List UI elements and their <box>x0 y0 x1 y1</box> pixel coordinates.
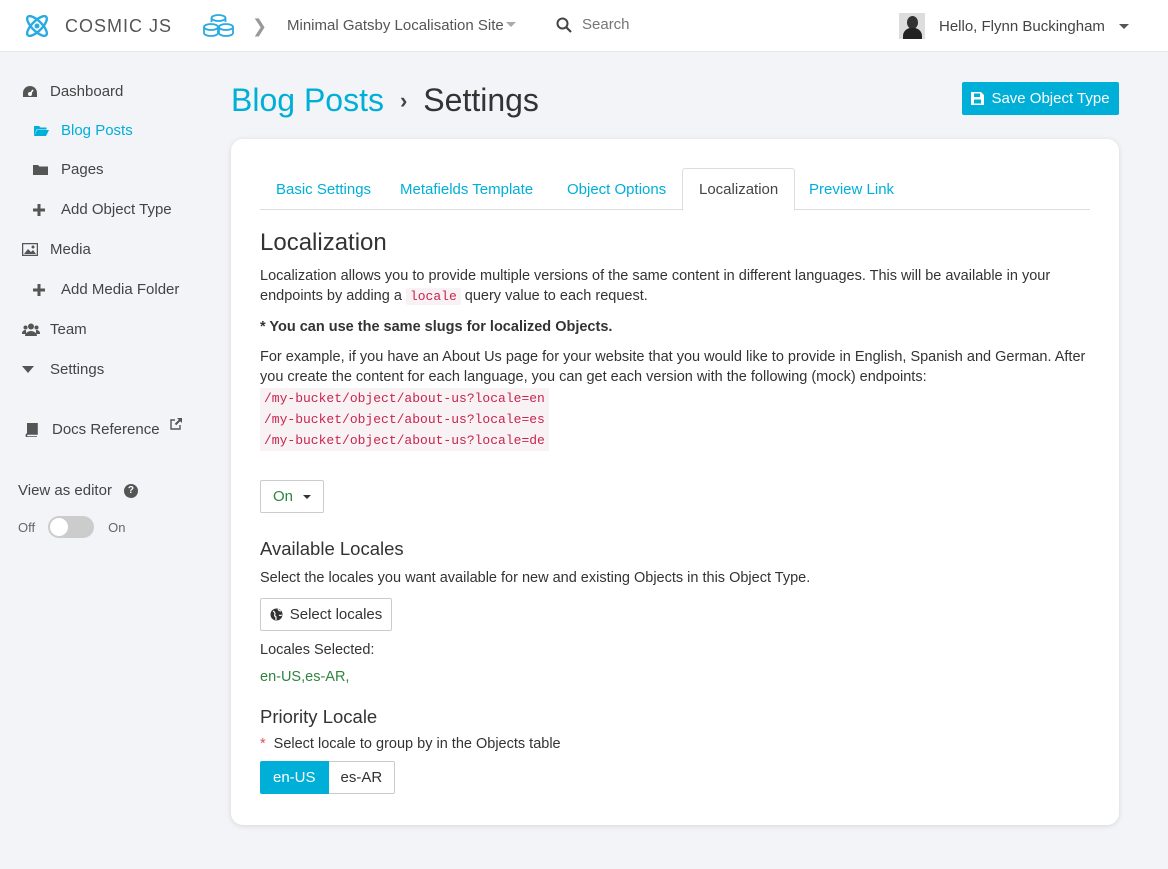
caret-down-icon[interactable] <box>506 22 516 27</box>
priority-locale-toggle: en-US es-AR <box>260 761 396 794</box>
book-icon <box>24 422 44 437</box>
caret-down-icon[interactable] <box>1118 23 1129 29</box>
view-as-editor-toggle[interactable] <box>48 516 95 538</box>
settings-tabs: Basic Settings Metafields Template Objec… <box>260 168 1090 211</box>
sidebar-item-settings[interactable]: Settings <box>22 361 104 378</box>
users-icon <box>22 323 42 336</box>
sidebar-item-pages[interactable]: Pages <box>33 161 104 178</box>
save-object-type-button[interactable]: Save Object Type <box>962 82 1119 115</box>
available-locales-description: Select the locales you want available fo… <box>260 570 811 586</box>
localization-enabled-select[interactable]: On <box>260 480 324 513</box>
brand-name: COSMIC JS <box>65 15 173 36</box>
toggle-off-label: Off <box>18 519 36 535</box>
breadcrumb-settings: Settings <box>423 82 539 118</box>
tab-object-options[interactable]: Object Options <box>551 168 682 210</box>
search-icon <box>556 17 572 33</box>
locales-selected-label: Locales Selected: <box>260 642 375 658</box>
tab-preview-link[interactable]: Preview Link <box>793 168 910 210</box>
section-title: Localization <box>260 229 387 256</box>
image-icon <box>22 243 42 256</box>
page-title: Blog Posts › Settings <box>231 82 539 119</box>
localization-intro: Localization allows you to provide multi… <box>260 268 1051 305</box>
cosmic-logo-icon <box>25 14 49 38</box>
settings-card: Basic Settings Metafields Template Objec… <box>231 139 1119 825</box>
sidebar-item-media[interactable]: Media <box>22 241 91 258</box>
question-icon[interactable]: ? <box>123 483 138 498</box>
globe-icon <box>270 608 283 621</box>
folder-open-icon <box>33 124 53 137</box>
folder-icon <box>33 163 53 176</box>
endpoint-es: /my-bucket/object/about-us?locale=es <box>260 409 549 430</box>
user-greeting[interactable]: Hello, Flynn Buckingham <box>939 18 1105 35</box>
required-mark: * <box>260 736 266 752</box>
tab-metafields-template[interactable]: Metafields Template <box>384 168 549 210</box>
sidebar-item-add-media-folder[interactable]: Add Media Folder <box>33 281 179 298</box>
priority-locale-es-ar[interactable]: es-AR <box>328 761 396 794</box>
select-locales-button[interactable]: Select locales <box>260 598 392 631</box>
sidebar-item-team[interactable]: Team <box>22 321 87 338</box>
example-text: For example, if you have an About Us pag… <box>260 349 1086 385</box>
chevron-right-icon: ❯ <box>252 16 268 36</box>
breadcrumb-blog-posts[interactable]: Blog Posts <box>231 82 384 119</box>
dashboard-icon <box>22 85 42 99</box>
bucket-selector[interactable]: Minimal Gatsby Localisation Site <box>287 17 504 34</box>
sidebar-item-add-object-type[interactable]: Add Object Type <box>33 201 172 218</box>
brand-logo[interactable]: COSMIC JS <box>22 12 172 40</box>
plus-icon <box>33 283 53 296</box>
caret-down-icon <box>303 494 311 499</box>
locale-code: locale <box>405 288 461 305</box>
caret-down-icon <box>22 365 42 374</box>
sidebar-item-dashboard[interactable]: Dashboard <box>22 83 123 100</box>
top-bar: COSMIC JS ❯ Minimal Gatsby Localisation … <box>0 0 1168 52</box>
chevron-right-icon: › <box>399 87 408 113</box>
avatar[interactable] <box>899 13 925 39</box>
view-as-editor: View as editor ? <box>18 482 138 499</box>
endpoint-de: /my-bucket/object/about-us?locale=de <box>260 430 549 451</box>
locales-selected-value: en-US,es-AR, <box>260 669 350 685</box>
search-box[interactable] <box>556 16 782 33</box>
external-link-icon <box>169 417 182 434</box>
search-input[interactable] <box>582 16 782 33</box>
plus-icon <box>33 203 53 216</box>
available-locales-title: Available Locales <box>260 538 404 559</box>
slugs-note: * You can use the same slugs for localiz… <box>260 319 613 335</box>
sidebar-item-docs-reference[interactable]: Docs Reference <box>24 418 182 438</box>
priority-locale-en-us[interactable]: en-US <box>260 761 329 794</box>
tab-localization[interactable]: Localization <box>682 168 796 211</box>
priority-locale-description: * Select locale to group by in the Object… <box>260 736 561 752</box>
toggle-on-label: On <box>108 519 126 535</box>
editor-toggle-row: Off On <box>18 516 125 538</box>
endpoint-en: /my-bucket/object/about-us?locale=en <box>260 388 549 409</box>
save-icon <box>971 92 985 105</box>
user-menu[interactable]: Hello, Flynn Buckingham <box>899 13 1129 39</box>
priority-locale-title: Priority Locale <box>260 706 378 727</box>
sidebar-item-blog-posts[interactable]: Blog Posts <box>33 122 133 139</box>
bucket-icon[interactable] <box>202 13 235 37</box>
tab-basic-settings[interactable]: Basic Settings <box>260 168 387 210</box>
